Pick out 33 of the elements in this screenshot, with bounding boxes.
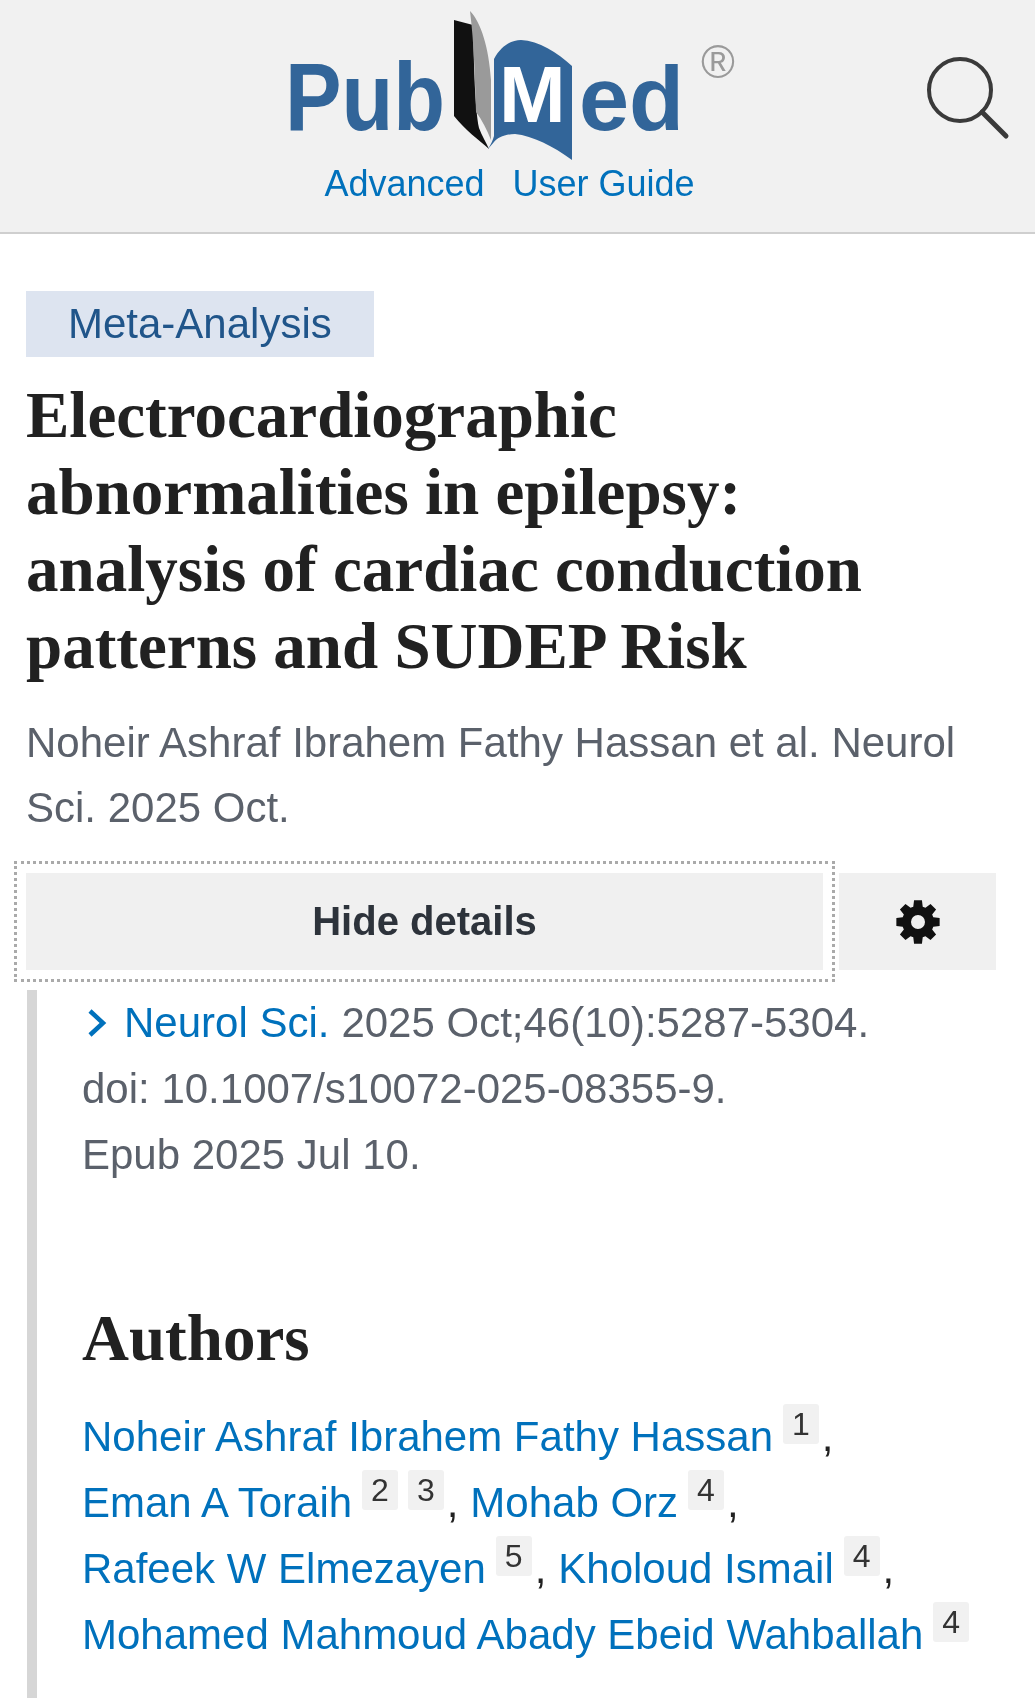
affiliation-number[interactable]: 1 [783,1404,819,1444]
header-link[interactable]: User Guide [512,166,695,202]
hide-details-button[interactable]: Hide details [14,861,835,982]
author-separator: , [534,1544,547,1594]
affiliation-number[interactable]: 4 [843,1536,880,1576]
author-link[interactable]: Mohab Orz [470,1470,679,1536]
epub-text: Epub 2025 Jul 10. [82,1130,421,1180]
affiliation-number[interactable]: 4 [933,1602,970,1642]
author-link[interactable]: Kholoud Ismail [558,1536,834,1602]
affiliation-number[interactable]: 4 [688,1470,724,1510]
affiliation-number[interactable]: 2 [362,1470,398,1510]
journal-link[interactable]: Neurol Sci. [124,990,330,1056]
chevron-right-icon[interactable] [87,1008,107,1038]
author-link[interactable]: Rafeek W Elmezayen [82,1536,486,1602]
author-separator: , [821,1412,834,1462]
author-link[interactable]: Noheir Ashraf Ibrahem Fathy Hassan [82,1404,773,1470]
author-link[interactable]: Mohamed Mahmoud Abady Ebeid Wahballah [82,1602,924,1668]
gear-icon [895,899,940,944]
doi-text: doi: 10.1007/s10072-025-08355-9. [82,1064,727,1114]
author-separator: , [882,1544,895,1594]
header-link[interactable]: Advanced [324,166,485,202]
affiliation-number[interactable]: 3 [407,1470,444,1510]
authors-heading: Authors [82,1301,311,1376]
author-link[interactable]: Eman A Toraih [82,1470,353,1536]
article-citation: Noheir Ashraf Ibrahem Fathy Hassan et al. Neurol Sci. 2025 Oct. [26,718,957,833]
publication-type-tag[interactable]: Meta-Analysis [26,291,374,357]
author-separator: , [446,1478,459,1528]
author-separator: , [726,1478,739,1528]
settings-button[interactable] [839,873,996,970]
article-title: Electrocardiographic abnormalities in epilepsy: analysis of cardiac conduction patterns and SUDEP Risk [26,378,864,684]
search-icon[interactable] [926,56,1010,140]
citation-text: 2025 Oct;46(10):5287-5304. [341,998,870,1048]
affiliation-number[interactable]: 5 [495,1536,532,1576]
